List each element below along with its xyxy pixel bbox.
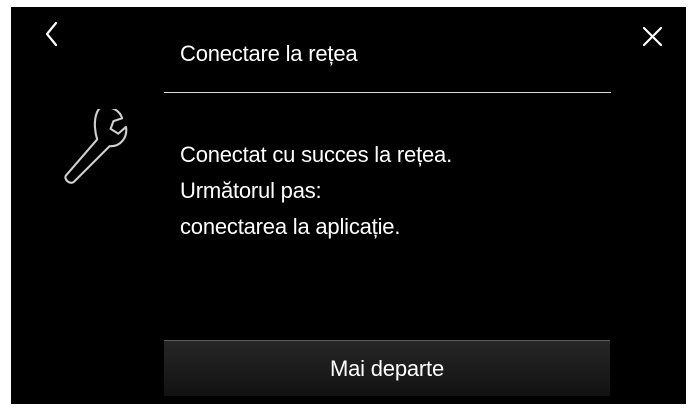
chevron-left-icon: [45, 21, 58, 47]
wrench-icon: [53, 106, 133, 189]
header-divider: [164, 92, 611, 93]
close-button[interactable]: [639, 23, 667, 51]
page-title: Conectare la rețea: [180, 41, 358, 66]
close-icon: [642, 26, 663, 47]
status-message: Conectat cu succes la rețea. Următorul p…: [180, 137, 452, 245]
continue-button-label: Mai departe: [330, 355, 444, 381]
back-button[interactable]: [39, 20, 67, 48]
wifi-setup-screen: Conectare la rețea Conectat cu succes la…: [11, 7, 686, 404]
message-line: Conectat cu succes la rețea.: [180, 142, 452, 167]
continue-button[interactable]: Mai departe: [164, 340, 610, 396]
message-line: conectarea la aplicație.: [180, 214, 401, 239]
message-line: Următorul pas:: [180, 178, 322, 203]
